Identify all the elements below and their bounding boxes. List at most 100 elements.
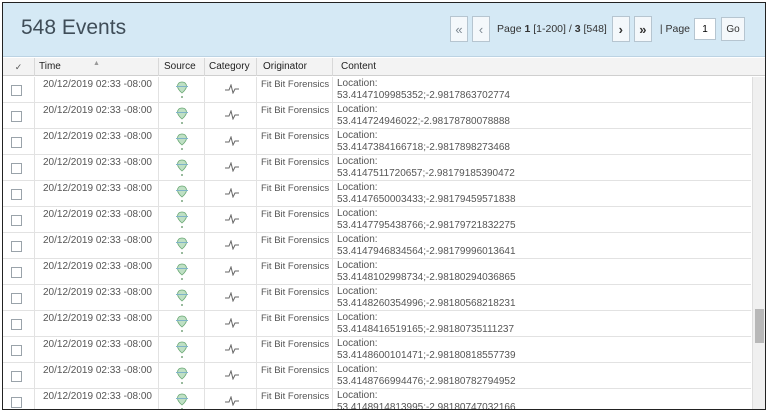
location-pin-icon [176, 367, 188, 384]
row-checkbox[interactable] [11, 371, 22, 382]
row-select-cell [3, 103, 35, 129]
table-row[interactable]: 20/12/2019 02:33 -08:00 Fit Bit Forensics… [3, 129, 751, 155]
column-header-content[interactable]: Content [333, 58, 751, 76]
time-cell: 20/12/2019 02:33 -08:00 [35, 337, 159, 363]
source-cell [159, 311, 205, 337]
table-row[interactable]: 20/12/2019 02:33 -08:00 Fit Bit Forensics… [3, 207, 751, 233]
page-info: Page 1 [1-200] / 3 [548] [497, 23, 607, 35]
time-cell: 20/12/2019 02:33 -08:00 [35, 129, 159, 155]
row-checkbox[interactable] [11, 189, 22, 200]
column-header-source[interactable]: Source [159, 58, 205, 76]
originator-cell: Fit Bit Forensics [257, 103, 333, 129]
row-checkbox[interactable] [11, 85, 22, 96]
goto-page-input[interactable] [694, 18, 716, 40]
content-label: Location: [337, 78, 378, 89]
row-checkbox[interactable] [11, 241, 22, 252]
activity-pulse-icon [225, 266, 239, 276]
activity-pulse-icon [225, 396, 239, 406]
originator-cell: Fit Bit Forensics [257, 129, 333, 155]
table-row[interactable]: 20/12/2019 02:33 -08:00 Fit Bit Forensics… [3, 311, 751, 337]
time-cell: 20/12/2019 02:33 -08:00 [35, 155, 159, 181]
row-checkbox[interactable] [11, 267, 22, 278]
row-checkbox[interactable] [11, 293, 22, 304]
location-pin-icon [176, 263, 188, 280]
category-cell [205, 285, 257, 311]
content-label: Location: [337, 364, 378, 375]
activity-pulse-icon [225, 370, 239, 380]
current-page: 1 [524, 23, 531, 35]
pagination: « ‹ Page 1 [1-200] / 3 [548] › » | Page … [450, 16, 745, 42]
column-header-time[interactable]: Time ▲ [35, 58, 159, 76]
table-row[interactable]: 20/12/2019 02:33 -08:00 Fit Bit Forensics… [3, 259, 751, 285]
category-cell [205, 233, 257, 259]
goto-page-label: | Page [659, 23, 690, 35]
originator-cell: Fit Bit Forensics [257, 311, 333, 337]
content-cell: Location: 53.4148260354996;-2.98180568218… [333, 285, 751, 311]
category-cell [205, 363, 257, 389]
column-header-select[interactable]: ✓ [3, 58, 35, 76]
table-row[interactable]: 20/12/2019 02:33 -08:00 Fit Bit Forensics… [3, 337, 751, 363]
table-row[interactable]: 20/12/2019 02:33 -08:00 Fit Bit Forensics… [3, 389, 751, 409]
row-select-cell [3, 77, 35, 103]
table-row[interactable]: 20/12/2019 02:33 -08:00 Fit Bit Forensics… [3, 363, 751, 389]
row-checkbox[interactable] [11, 345, 22, 356]
content-cell: Location: 53.414724946022;-2.981787800788… [333, 103, 751, 129]
content-value: 53.4148914813995;-2.98180747032166 [337, 402, 516, 409]
location-pin-icon [176, 341, 188, 358]
table-row[interactable]: 20/12/2019 02:33 -08:00 Fit Bit Forensics… [3, 77, 751, 103]
go-button[interactable]: Go [721, 17, 745, 41]
column-header-originator[interactable]: Originator [257, 58, 333, 76]
page-label: Page [497, 23, 522, 35]
time-cell: 20/12/2019 02:33 -08:00 [35, 259, 159, 285]
next-page-button[interactable]: › [611, 16, 630, 42]
total-count: [548] [583, 23, 607, 35]
scrollbar-thumb[interactable] [755, 309, 764, 343]
chevron-right-icon: › [618, 21, 623, 37]
row-select-cell [3, 129, 35, 155]
page-range: [1-200] [533, 23, 566, 35]
last-page-button[interactable]: » [633, 16, 652, 42]
source-cell [159, 77, 205, 103]
double-chevron-right-icon: » [639, 21, 647, 37]
row-checkbox[interactable] [11, 215, 22, 226]
table-row[interactable]: 20/12/2019 02:33 -08:00 Fit Bit Forensics… [3, 155, 751, 181]
row-checkbox[interactable] [11, 111, 22, 122]
source-cell [159, 233, 205, 259]
content-cell: Location: 53.4147109985352;-2.98178637027… [333, 77, 751, 103]
content-value: 53.4147384166718;-2.9817898273468 [337, 142, 510, 153]
content-value: 53.4147109985352;-2.9817863702774 [337, 90, 510, 101]
content-label: Location: [337, 260, 378, 271]
content-value: 53.4148102998734;-2.98180294036865 [337, 272, 516, 283]
content-cell: Location: 53.4148102998734;-2.98180294036… [333, 259, 751, 285]
table-row[interactable]: 20/12/2019 02:33 -08:00 Fit Bit Forensics… [3, 181, 751, 207]
row-select-cell [3, 363, 35, 389]
page-separator: / [568, 23, 572, 35]
row-checkbox[interactable] [11, 163, 22, 174]
content-cell: Location: 53.4148600101471;-2.98180818557… [333, 337, 751, 363]
previous-page-button[interactable]: ‹ [472, 16, 491, 42]
events-table: ✓ Time ▲ Source Category Originator Cont… [3, 58, 765, 409]
content-cell: Location: 53.4147511720657;-2.98179185390… [333, 155, 751, 181]
time-cell: 20/12/2019 02:33 -08:00 [35, 77, 159, 103]
table-row[interactable]: 20/12/2019 02:33 -08:00 Fit Bit Forensics… [3, 233, 751, 259]
table-row[interactable]: 20/12/2019 02:33 -08:00 Fit Bit Forensics… [3, 285, 751, 311]
activity-pulse-icon [225, 214, 239, 224]
row-checkbox[interactable] [11, 319, 22, 330]
vertical-scrollbar[interactable] [752, 77, 765, 409]
source-cell [159, 129, 205, 155]
row-checkbox[interactable] [11, 137, 22, 148]
content-value: 53.4147650003433;-2.98179459571838 [337, 194, 516, 205]
row-select-cell [3, 389, 35, 409]
first-page-button[interactable]: « [450, 16, 469, 42]
row-select-cell [3, 181, 35, 207]
row-checkbox[interactable] [11, 397, 22, 408]
activity-pulse-icon [225, 84, 239, 94]
column-header-category[interactable]: Category [205, 58, 257, 76]
content-cell: Location: 53.4147795438766;-2.98179721832… [333, 207, 751, 233]
originator-cell: Fit Bit Forensics [257, 285, 333, 311]
originator-cell: Fit Bit Forensics [257, 207, 333, 233]
events-title: 548 Events [21, 16, 127, 39]
table-row[interactable]: 20/12/2019 02:33 -08:00 Fit Bit Forensics… [3, 103, 751, 129]
row-select-cell [3, 259, 35, 285]
originator-cell: Fit Bit Forensics [257, 363, 333, 389]
